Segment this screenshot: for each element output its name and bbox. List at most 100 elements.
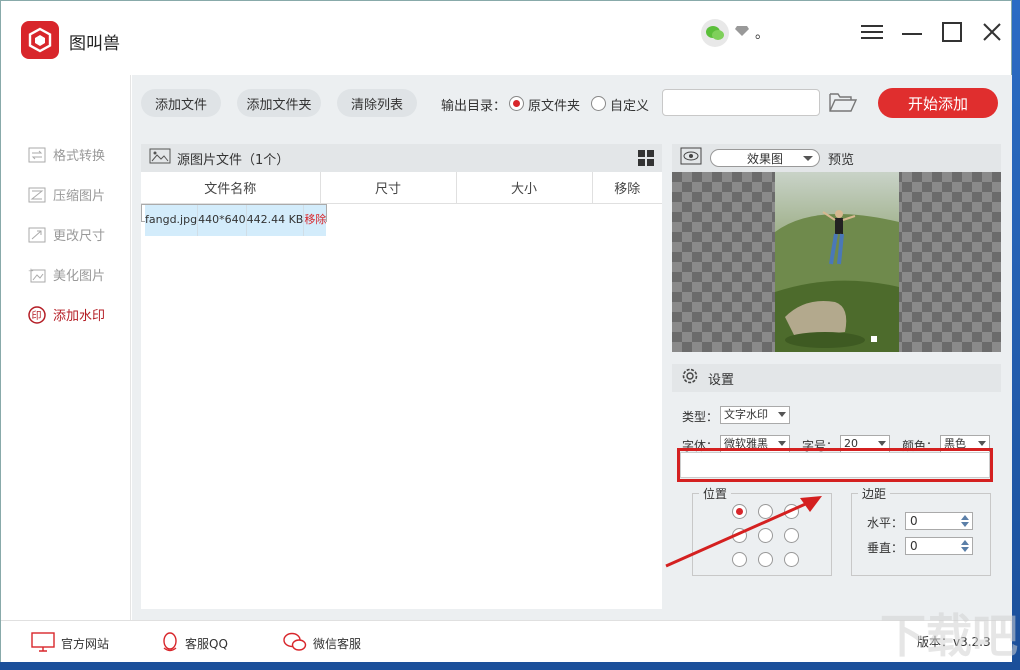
position-middle-right[interactable]: [784, 528, 799, 543]
type-value: 文字水印: [724, 408, 768, 421]
original-folder-radio[interactable]: [509, 96, 524, 111]
filesize-cell: 442.44 KB: [246, 204, 305, 236]
sidebar-item-label: 美化图片: [53, 269, 106, 284]
wechat-support-label: 微信客服: [313, 637, 362, 651]
start-button[interactable]: 开始添加: [878, 88, 998, 118]
grid-view-icon[interactable]: [638, 150, 654, 170]
add-folder-button[interactable]: 添加文件夹: [237, 89, 321, 117]
sidebar-item-compress[interactable]: 压缩图片: [27, 185, 105, 204]
position-label: 位置: [699, 485, 732, 502]
wechat-login-icon[interactable]: [701, 19, 729, 47]
custom-folder-radio[interactable]: [591, 96, 606, 111]
vertical-margin-value: 0: [910, 539, 918, 553]
qq-icon: [161, 632, 179, 655]
resize-icon: [27, 226, 47, 244]
sidebar-item-resize[interactable]: 更改尺寸: [27, 225, 105, 244]
margin-label: 边距: [858, 485, 891, 502]
sidebar-item-label: 格式转换: [53, 149, 106, 164]
eye-icon: [680, 147, 702, 169]
preview-panel: 效果图 预览: [672, 144, 1001, 352]
highlight-box: [677, 448, 993, 482]
file-list-header: 源图片文件（1个）: [141, 144, 662, 172]
dimension-cell: 440*640: [197, 204, 247, 236]
svg-text:+: +: [28, 267, 34, 275]
position-bottom-center[interactable]: [758, 552, 773, 567]
footer: 官方网站 客服QQ 微信客服 版本：v3.2.3: [1, 620, 1012, 662]
file-table: 文件名称 尺寸 大小 移除 fangd.jpg 440*640 442.44 K…: [141, 172, 662, 236]
horizontal-label: 水平：: [867, 516, 904, 530]
monitor-icon: [31, 632, 55, 655]
user-name: 。: [755, 26, 769, 42]
position-bottom-left[interactable]: [732, 552, 747, 567]
browse-folder-icon[interactable]: [829, 91, 858, 117]
sidebar: 格式转换 压缩图片 更改尺寸 + 美化图片 印 添加水印: [1, 75, 131, 620]
original-folder-label: 原文件夹: [528, 99, 581, 114]
desktop-background: [0, 662, 1020, 670]
maximize-icon[interactable]: [939, 19, 965, 45]
add-file-button[interactable]: 添加文件: [141, 89, 221, 117]
preview-header: 效果图 预览: [672, 144, 1001, 172]
position-middle-left[interactable]: [732, 528, 747, 543]
sidebar-item-label: 压缩图片: [53, 189, 106, 204]
watermark-icon: 印: [27, 305, 47, 324]
clear-list-button[interactable]: 清除列表: [337, 89, 417, 117]
desktop-background: [1012, 0, 1020, 670]
sidebar-item-beautify[interactable]: + 美化图片: [27, 265, 106, 285]
sidebar-item-label: 添加水印: [53, 309, 106, 324]
svg-text:印: 印: [32, 310, 42, 322]
custom-folder-label: 自定义: [610, 99, 650, 114]
preview-canvas: [672, 172, 1001, 352]
horizontal-margin-spinner[interactable]: 0: [905, 512, 973, 530]
compress-icon: [27, 186, 47, 204]
preview-label: 预览: [828, 152, 855, 168]
version-label: 版本：v3.2.3: [917, 635, 991, 649]
column-header: 尺寸: [320, 172, 457, 204]
table-row[interactable]: fangd.jpg 440*640 442.44 KB 移除: [141, 203, 328, 236]
vertical-label: 垂直：: [867, 541, 904, 555]
settings-header: 设置: [672, 364, 1001, 392]
close-icon[interactable]: [979, 19, 1005, 45]
gear-icon: [680, 366, 700, 390]
sidebar-item-watermark[interactable]: 印 添加水印: [27, 305, 105, 324]
position-top-right[interactable]: [784, 504, 799, 519]
position-group: 位置: [692, 485, 832, 576]
convert-icon: [27, 146, 47, 164]
official-site-link[interactable]: 官方网站: [31, 632, 109, 655]
column-header: 大小: [456, 172, 593, 204]
official-site-label: 官方网站: [61, 637, 110, 651]
qq-support-label: 客服QQ: [185, 637, 228, 651]
sidebar-item-label: 更改尺寸: [53, 229, 106, 244]
output-path-input[interactable]: [662, 89, 820, 116]
toolbar: 添加文件 添加文件夹 清除列表 输出目录： 原文件夹 自定义 开始添加: [132, 75, 1012, 131]
column-header: 文件名称: [141, 172, 321, 204]
qq-support-link[interactable]: 客服QQ: [161, 632, 228, 655]
type-label: 类型：: [682, 410, 719, 424]
margin-group: 边距 水平： 0 垂直： 0: [851, 485, 991, 576]
minimize-icon[interactable]: [899, 19, 925, 45]
app-logo-icon: [21, 21, 59, 59]
settings-panel: 设置 类型： 文字水印 字体： 微软雅黑 字号： 20 颜色： 黑色 位置 边距…: [672, 364, 1001, 609]
image-icon: [149, 148, 171, 168]
main-area: 源图片文件（1个） 文件名称 尺寸 大小 移除 fangd.jpg 440*64…: [132, 131, 1012, 620]
vertical-margin-spinner[interactable]: 0: [905, 537, 973, 555]
column-header: 移除: [592, 172, 662, 204]
app-title: 图叫兽: [69, 34, 120, 54]
position-top-center[interactable]: [758, 504, 773, 519]
preview-mode-select[interactable]: 效果图: [710, 149, 820, 167]
position-bottom-right[interactable]: [784, 552, 799, 567]
app-window: 图叫兽 。 格式转换 压缩图片 更改尺寸 + 美化图片 印 添加水印 添加文件 …: [0, 0, 1012, 662]
settings-title: 设置: [708, 372, 735, 388]
file-list-title: 源图片文件（1个）: [177, 152, 290, 168]
file-name-cell: fangd.jpg: [145, 204, 199, 236]
beautify-icon: +: [27, 266, 47, 284]
wechat-support-link[interactable]: 微信客服: [283, 632, 361, 655]
position-top-left[interactable]: [732, 504, 747, 519]
type-select[interactable]: 文字水印: [720, 406, 790, 424]
output-dir-label: 输出目录：: [441, 99, 507, 114]
position-center[interactable]: [758, 528, 773, 543]
wechat-icon: [283, 632, 307, 655]
vip-diamond-icon[interactable]: [735, 25, 749, 41]
sidebar-item-convert[interactable]: 格式转换: [27, 145, 105, 164]
remove-link[interactable]: 移除: [303, 204, 327, 236]
menu-icon[interactable]: [859, 19, 885, 45]
